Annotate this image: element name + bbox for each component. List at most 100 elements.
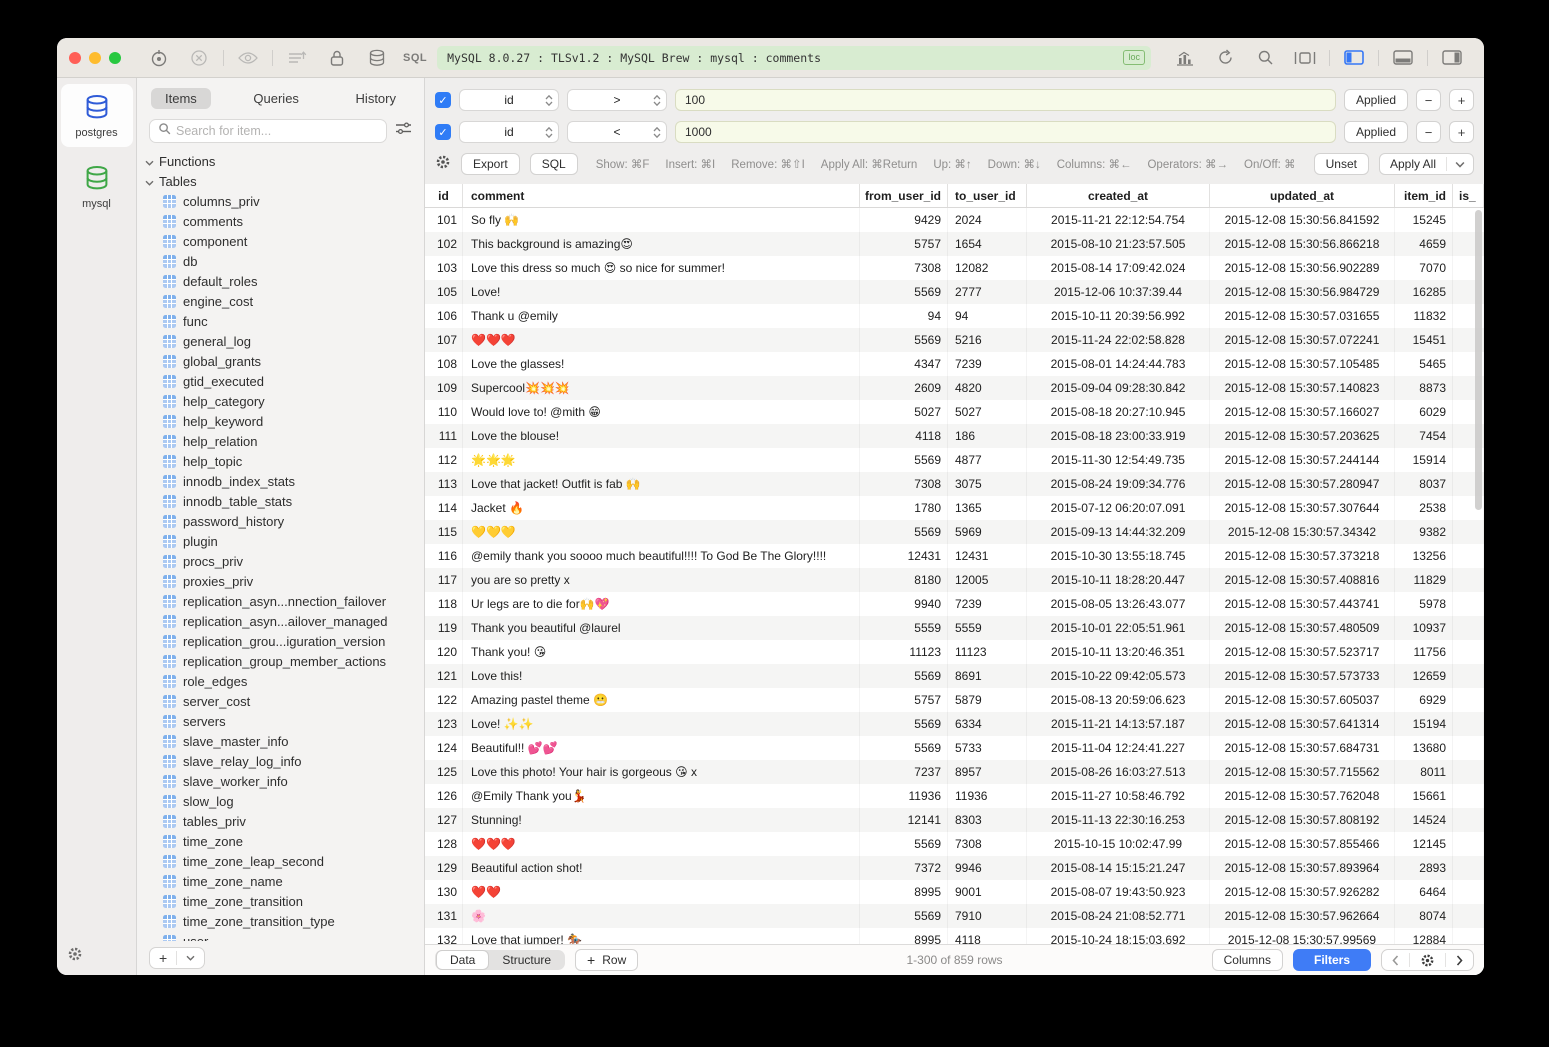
cell-from_user_id[interactable]: 5027 <box>860 400 948 424</box>
cell-comment[interactable]: @Emily Thank you💃 <box>463 784 860 808</box>
cell-to_user_id[interactable]: 1654 <box>948 232 1027 256</box>
table-row[interactable]: 103Love this dress so much 😍 so nice for… <box>425 256 1484 280</box>
cell-created_at[interactable]: 2015-08-07 19:43:50.923 <box>1027 880 1210 904</box>
column-header-to_user_id[interactable]: to_user_id <box>948 184 1027 207</box>
cell-from_user_id[interactable]: 4347 <box>860 352 948 376</box>
table-row[interactable]: 127Stunning!1214183032015-11-13 22:30:16… <box>425 808 1484 832</box>
cell-created_at[interactable]: 2015-11-21 14:13:57.187 <box>1027 712 1210 736</box>
sidebar-table-item[interactable]: password_history <box>145 511 424 531</box>
table-row[interactable]: 123Love! ✨✨556963342015-11-21 14:13:57.1… <box>425 712 1484 736</box>
cell-created_at[interactable]: 2015-08-14 17:09:42.024 <box>1027 256 1210 280</box>
sidebar-table-item[interactable]: server_cost <box>145 691 424 711</box>
filter-value-input[interactable] <box>675 121 1336 143</box>
cell-id[interactable]: 117 <box>425 568 463 592</box>
cell-is_[interactable] <box>1453 496 1484 520</box>
cell-is_[interactable] <box>1453 592 1484 616</box>
cell-is_[interactable] <box>1453 736 1484 760</box>
cell-created_at[interactable]: 2015-10-11 13:20:46.351 <box>1027 640 1210 664</box>
table-row[interactable]: 120Thank you! 😘11123111232015-10-11 13:2… <box>425 640 1484 664</box>
column-header-created_at[interactable]: created_at <box>1027 184 1210 207</box>
cell-created_at[interactable]: 2015-08-01 14:24:44.783 <box>1027 352 1210 376</box>
sidebar-table-item[interactable]: slave_relay_log_info <box>145 751 424 771</box>
add-filter-button[interactable]: + <box>1449 89 1474 111</box>
cell-is_[interactable] <box>1453 760 1484 784</box>
cell-id[interactable]: 110 <box>425 400 463 424</box>
cell-from_user_id[interactable]: 5569 <box>860 736 948 760</box>
cell-is_[interactable] <box>1453 472 1484 496</box>
filter-applied-button[interactable]: Applied <box>1344 89 1408 111</box>
cell-created_at[interactable]: 2015-11-27 10:58:46.792 <box>1027 784 1210 808</box>
cell-id[interactable]: 131 <box>425 904 463 928</box>
cell-is_[interactable] <box>1453 328 1484 352</box>
cell-updated_at[interactable]: 2015-12-08 15:30:57.684731 <box>1210 736 1395 760</box>
table-settings-gear-icon[interactable] <box>1410 950 1445 970</box>
cell-item_id[interactable]: 7454 <box>1395 424 1453 448</box>
settings-gear-icon[interactable] <box>67 949 83 966</box>
tab-structure[interactable]: Structure <box>489 951 564 969</box>
table-row[interactable]: 128❤️❤️❤️556973082015-10-15 10:02:47.992… <box>425 832 1484 856</box>
cell-updated_at[interactable]: 2015-12-08 15:30:57.641314 <box>1210 712 1395 736</box>
cell-to_user_id[interactable]: 1365 <box>948 496 1027 520</box>
cell-created_at[interactable]: 2015-08-26 16:03:27.513 <box>1027 760 1210 784</box>
add-item-button[interactable]: + <box>150 948 176 968</box>
cell-to_user_id[interactable]: 11936 <box>948 784 1027 808</box>
functions-group[interactable]: Functions <box>145 151 424 171</box>
table-row[interactable]: 130❤️❤️899590012015-08-07 19:43:50.92320… <box>425 880 1484 904</box>
cell-to_user_id[interactable]: 12005 <box>948 568 1027 592</box>
cell-item_id[interactable]: 9382 <box>1395 520 1453 544</box>
cell-from_user_id[interactable]: 5569 <box>860 448 948 472</box>
cell-created_at[interactable]: 2015-10-01 22:05:51.961 <box>1027 616 1210 640</box>
tables-group[interactable]: Tables <box>145 171 424 191</box>
columns-button[interactable]: Columns <box>1212 949 1283 971</box>
cell-id[interactable]: 107 <box>425 328 463 352</box>
cell-id[interactable]: 103 <box>425 256 463 280</box>
cell-updated_at[interactable]: 2015-12-08 15:30:57.573733 <box>1210 664 1395 688</box>
cell-item_id[interactable]: 13256 <box>1395 544 1453 568</box>
cell-is_[interactable] <box>1453 832 1484 856</box>
cell-item_id[interactable]: 15194 <box>1395 712 1453 736</box>
lock-icon[interactable] <box>326 47 348 69</box>
cell-comment[interactable]: Thank you beautiful @laurel <box>463 616 860 640</box>
cell-created_at[interactable]: 2015-07-12 06:20:07.091 <box>1027 496 1210 520</box>
unset-button[interactable]: Unset <box>1314 153 1369 175</box>
apply-all-button[interactable]: Apply All <box>1379 153 1474 175</box>
table-row[interactable]: 114Jacket 🔥178013652015-07-12 06:20:07.0… <box>425 496 1484 520</box>
cell-is_[interactable] <box>1453 280 1484 304</box>
cell-comment[interactable]: Love the glasses! <box>463 352 860 376</box>
cell-from_user_id[interactable]: 5569 <box>860 904 948 928</box>
sidebar-table-item[interactable]: replication_asyn...nnection_failover <box>145 591 424 611</box>
table-row[interactable]: 107❤️❤️❤️556952162015-11-24 22:02:58.828… <box>425 328 1484 352</box>
cell-comment[interactable]: This background is amazing😍 <box>463 232 860 256</box>
cell-comment[interactable]: @emily thank you soooo much beautiful!!!… <box>463 544 860 568</box>
filter-value-input[interactable] <box>675 89 1336 111</box>
cell-comment[interactable]: 💛💛💛 <box>463 520 860 544</box>
sidebar-table-item[interactable]: default_roles <box>145 271 424 291</box>
cell-from_user_id[interactable]: 11123 <box>860 640 948 664</box>
cell-updated_at[interactable]: 2015-12-08 15:30:57.480509 <box>1210 616 1395 640</box>
cell-created_at[interactable]: 2015-10-22 09:42:05.573 <box>1027 664 1210 688</box>
cell-item_id[interactable]: 5465 <box>1395 352 1453 376</box>
cell-id[interactable]: 114 <box>425 496 463 520</box>
sidebar-table-item[interactable]: replication_grou...iguration_version <box>145 631 424 651</box>
cell-id[interactable]: 119 <box>425 616 463 640</box>
cell-from_user_id[interactable]: 8180 <box>860 568 948 592</box>
cell-from_user_id[interactable]: 7308 <box>860 472 948 496</box>
cell-id[interactable]: 116 <box>425 544 463 568</box>
cell-from_user_id[interactable]: 1780 <box>860 496 948 520</box>
filter-operator-select[interactable]: > <box>567 89 667 111</box>
column-header-item_id[interactable]: item_id <box>1395 184 1453 207</box>
cell-to_user_id[interactable]: 2777 <box>948 280 1027 304</box>
cell-is_[interactable] <box>1453 448 1484 472</box>
cell-updated_at[interactable]: 2015-12-08 15:30:56.984729 <box>1210 280 1395 304</box>
cell-is_[interactable] <box>1453 568 1484 592</box>
sidebar-table-item[interactable]: comments <box>145 211 424 231</box>
table-row[interactable]: 113Love that jacket! Outfit is fab 🙌7308… <box>425 472 1484 496</box>
cell-from_user_id[interactable]: 9429 <box>860 208 948 232</box>
filter-settings-icon[interactable] <box>395 121 412 141</box>
cell-from_user_id[interactable]: 7308 <box>860 256 948 280</box>
cell-from_user_id[interactable]: 4118 <box>860 424 948 448</box>
cell-item_id[interactable]: 5978 <box>1395 592 1453 616</box>
cell-updated_at[interactable]: 2015-12-08 15:30:57.855466 <box>1210 832 1395 856</box>
sidebar-table-item[interactable]: servers <box>145 711 424 731</box>
cell-item_id[interactable]: 13680 <box>1395 736 1453 760</box>
